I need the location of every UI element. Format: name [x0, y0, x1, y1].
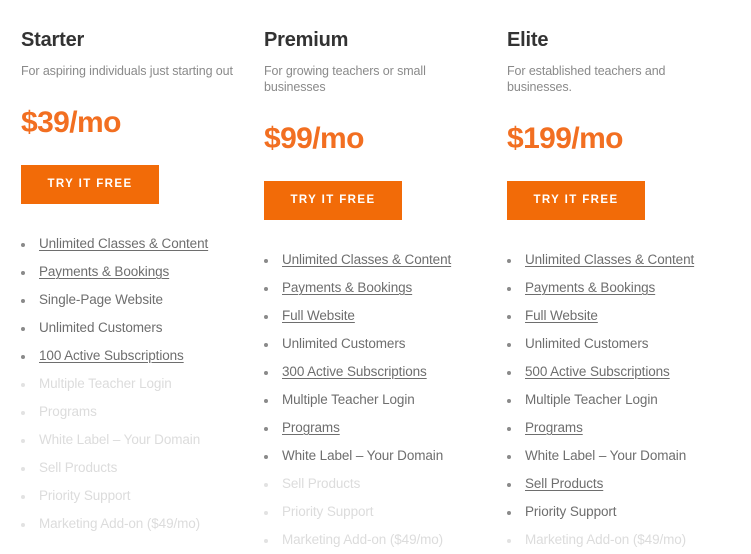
feature-label: Sell Products — [39, 460, 118, 475]
feature-item: Priority Support — [507, 498, 729, 526]
plan-tagline: For established teachers and businesses. — [507, 64, 666, 94]
feature-item: Marketing Add-on ($49/mo) — [507, 526, 729, 554]
feature-item[interactable]: Sell Products — [507, 470, 729, 498]
plan-price: $99/mo — [264, 122, 364, 155]
feature-list: Unlimited Classes & Content Payments & Bo… — [264, 220, 486, 554]
feature-label: 100 Active Subscriptions — [39, 348, 184, 363]
feature-item: Marketing Add-on ($49/mo) — [21, 510, 243, 538]
feature-list: Unlimited Classes & Content Payments & Bo… — [21, 204, 243, 538]
feature-list: Unlimited Classes & Content Payments & Bo… — [507, 220, 729, 554]
feature-label: Full Website — [525, 308, 598, 323]
feature-item[interactable]: Full Website — [264, 302, 486, 330]
feature-item[interactable]: 300 Active Subscriptions — [264, 358, 486, 386]
feature-item[interactable]: Programs — [264, 414, 486, 442]
feature-label: Unlimited Customers — [282, 336, 406, 351]
plan-column-premium: Premium For growing teachers or small bu… — [243, 0, 486, 554]
feature-item: White Label – Your Domain — [21, 426, 243, 454]
feature-label: Unlimited Classes & Content — [39, 236, 209, 251]
feature-label: Multiple Teacher Login — [282, 392, 415, 407]
plan-column-starter: Starter For aspiring individuals just st… — [0, 0, 243, 554]
feature-item: Priority Support — [21, 482, 243, 510]
plan-price: $199/mo — [507, 122, 623, 155]
feature-label: Sell Products — [525, 476, 604, 491]
feature-item: Priority Support — [264, 498, 486, 526]
feature-item[interactable]: Payments & Bookings — [264, 274, 486, 302]
feature-label: Programs — [525, 420, 583, 435]
feature-item: Multiple Teacher Login — [507, 386, 729, 414]
plan-tagline: For aspiring individuals just starting o… — [21, 64, 233, 78]
plan-price: $39/mo — [21, 106, 121, 139]
feature-item[interactable]: 500 Active Subscriptions — [507, 358, 729, 386]
feature-item[interactable]: Payments & Bookings — [507, 274, 729, 302]
plan-column-elite: Elite For established teachers and busin… — [486, 0, 729, 554]
feature-item: Marketing Add-on ($49/mo) — [264, 526, 486, 554]
feature-label: White Label – Your Domain — [525, 448, 687, 463]
feature-label: Unlimited Customers — [525, 336, 649, 351]
try-it-free-button[interactable]: TRY IT FREE — [264, 181, 402, 220]
feature-label: Full Website — [282, 308, 355, 323]
feature-label: Programs — [39, 404, 97, 419]
feature-item: Unlimited Customers — [21, 314, 243, 342]
feature-label: 300 Active Subscriptions — [282, 364, 427, 379]
feature-label: Single-Page Website — [39, 292, 163, 307]
feature-item: Unlimited Customers — [507, 330, 729, 358]
feature-label: Payments & Bookings — [282, 280, 413, 295]
feature-item: Sell Products — [264, 470, 486, 498]
feature-item[interactable]: Unlimited Classes & Content — [507, 246, 729, 274]
plan-name: Elite — [507, 29, 549, 51]
feature-label: Priority Support — [39, 488, 131, 503]
plan-tagline: For growing teachers or small businesses — [264, 64, 426, 94]
feature-label: Marketing Add-on ($49/mo) — [39, 516, 201, 531]
feature-item[interactable]: Unlimited Classes & Content — [264, 246, 486, 274]
feature-item: Sell Products — [21, 454, 243, 482]
feature-label: Priority Support — [282, 504, 374, 519]
feature-item: Single-Page Website — [21, 286, 243, 314]
feature-label: Priority Support — [525, 504, 617, 519]
feature-label: White Label – Your Domain — [282, 448, 444, 463]
feature-label: Multiple Teacher Login — [525, 392, 658, 407]
feature-item[interactable]: 100 Active Subscriptions — [21, 342, 243, 370]
feature-item: Programs — [21, 398, 243, 426]
feature-label: Marketing Add-on ($49/mo) — [525, 532, 687, 547]
plan-name: Starter — [21, 29, 85, 51]
feature-label: 500 Active Subscriptions — [525, 364, 670, 379]
feature-label: Sell Products — [282, 476, 361, 491]
feature-label: Payments & Bookings — [525, 280, 656, 295]
feature-label: Payments & Bookings — [39, 264, 170, 279]
feature-item[interactable]: Unlimited Classes & Content — [21, 230, 243, 258]
plan-name: Premium — [264, 29, 349, 51]
feature-label: Unlimited Classes & Content — [282, 252, 452, 267]
feature-label: Programs — [282, 420, 340, 435]
feature-item: White Label – Your Domain — [264, 442, 486, 470]
feature-label: Unlimited Customers — [39, 320, 163, 335]
feature-item: Multiple Teacher Login — [21, 370, 243, 398]
try-it-free-button[interactable]: TRY IT FREE — [21, 165, 159, 204]
feature-label: Multiple Teacher Login — [39, 376, 172, 391]
feature-item[interactable]: Payments & Bookings — [21, 258, 243, 286]
try-it-free-button[interactable]: TRY IT FREE — [507, 181, 645, 220]
feature-label: Unlimited Classes & Content — [525, 252, 695, 267]
feature-label: White Label – Your Domain — [39, 432, 201, 447]
feature-item[interactable]: Full Website — [507, 302, 729, 330]
pricing-table: Starter For aspiring individuals just st… — [0, 0, 751, 554]
feature-item: Multiple Teacher Login — [264, 386, 486, 414]
feature-label: Marketing Add-on ($49/mo) — [282, 532, 444, 547]
feature-item: Unlimited Customers — [264, 330, 486, 358]
feature-item: White Label – Your Domain — [507, 442, 729, 470]
feature-item[interactable]: Programs — [507, 414, 729, 442]
